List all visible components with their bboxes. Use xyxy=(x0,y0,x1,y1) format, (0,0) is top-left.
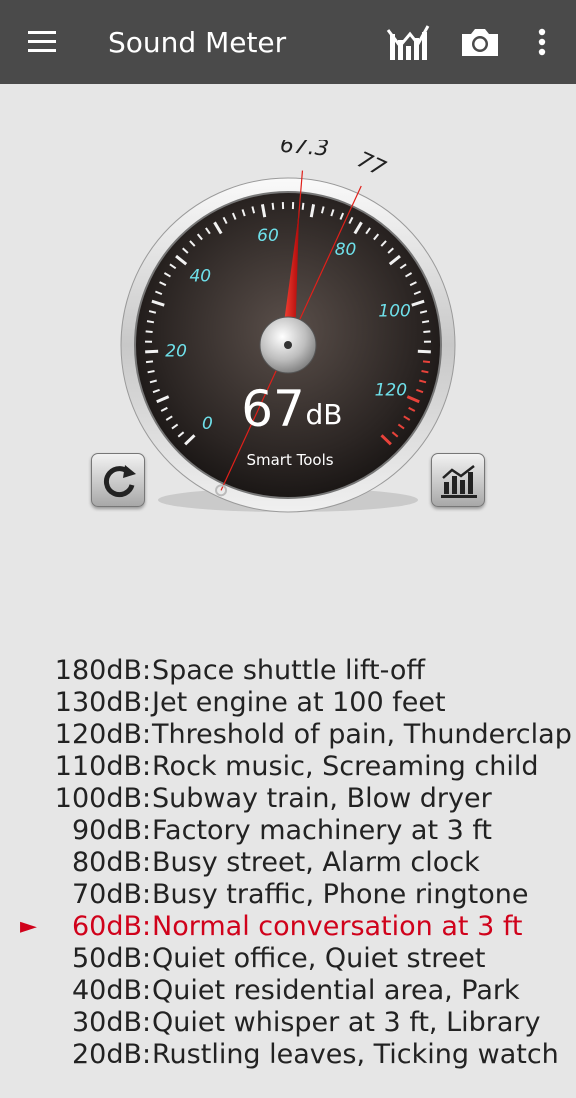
reference-separator: : xyxy=(142,687,152,718)
reference-db: 60dB xyxy=(71,911,142,942)
reference-row: 130dB: Jet engine at 100 feet xyxy=(0,687,576,719)
gauge-tick xyxy=(417,349,431,354)
reference-separator: : xyxy=(142,1007,152,1038)
reference-db: 50dB xyxy=(71,943,142,974)
gauge-svg: 0 20 40 60 80 100 120 77 67.3 67 dB Smart Tools xyxy=(120,133,456,513)
reference-db: 120dB xyxy=(54,719,142,750)
reference-description: Jet engine at 100 feet xyxy=(152,687,446,718)
reference-row: 100dB: Subway train, Blow dryer xyxy=(0,783,576,815)
line-chart-icon[interactable] xyxy=(386,20,430,64)
reference-separator: : xyxy=(142,847,152,878)
reference-separator: : xyxy=(142,879,152,910)
reference-db: 90dB xyxy=(71,815,142,846)
reference-row: ► 60dB: Normal conversation at 3 ft xyxy=(0,911,576,943)
reference-separator: : xyxy=(142,911,152,942)
reference-db: 30dB xyxy=(71,1007,142,1038)
reference-separator: : xyxy=(142,719,152,750)
reference-separator: : xyxy=(142,975,152,1006)
refresh-icon xyxy=(103,465,136,498)
gauge-tick xyxy=(271,202,275,210)
reference-description: Rock music, Screaming child xyxy=(152,751,539,782)
current-db-value: 67 xyxy=(241,380,305,438)
reference-description: Factory machinery at 3 ft xyxy=(152,815,492,846)
reference-row: 180dB: Space shuttle lift-off xyxy=(0,655,576,687)
reference-description: Rustling leaves, Ticking watch xyxy=(152,1039,559,1070)
reference-db: 180dB xyxy=(54,655,142,686)
gauge-scale-label: 80 xyxy=(335,240,357,260)
gauge-scale-label: 40 xyxy=(189,266,211,286)
reference-description: Busy traffic, Phone ringtone xyxy=(152,879,529,910)
reference-row: 120dB: Threshold of pain, Thunderclap xyxy=(0,719,576,751)
gauge-scale-label: 20 xyxy=(165,341,187,361)
max-marker-label: 77 xyxy=(353,148,389,182)
more-vertical-icon[interactable] xyxy=(520,20,564,64)
reference-db: 110dB xyxy=(54,751,142,782)
reset-button[interactable] xyxy=(91,453,145,507)
reference-row: 40dB: Quiet residential area, Park xyxy=(0,975,576,1007)
gauge-scale-label: 60 xyxy=(257,226,279,246)
reference-row: 50dB: Quiet office, Quiet street xyxy=(0,943,576,975)
reference-description: Quiet residential area, Park xyxy=(152,975,520,1006)
reference-description: Normal conversation at 3 ft xyxy=(152,911,523,942)
gauge-tick xyxy=(145,360,154,364)
reference-row: 70dB: Busy traffic, Phone ringtone xyxy=(0,879,576,911)
statistics-button[interactable] xyxy=(431,453,485,507)
reference-description: Quiet office, Quiet street xyxy=(152,943,486,974)
app-title: Sound Meter xyxy=(108,26,287,59)
gauge-tick xyxy=(421,320,430,324)
gauge-tick xyxy=(146,320,155,324)
gauge-tick xyxy=(145,349,159,354)
reference-row: 30dB: Quiet whisper at 3 ft, Library xyxy=(0,1007,576,1039)
reference-separator: : xyxy=(142,655,152,686)
gauge-scale-label: 0 xyxy=(202,414,213,434)
reference-separator: : xyxy=(142,783,152,814)
reference-db: 100dB xyxy=(54,783,142,814)
reference-separator: : xyxy=(142,1039,152,1070)
reference-description: Quiet whisper at 3 ft, Library xyxy=(152,1007,541,1038)
reference-db: 80dB xyxy=(71,847,142,878)
reference-db: 130dB xyxy=(54,687,142,718)
active-row-marker: ► xyxy=(20,914,37,939)
gauge-scale-label: 100 xyxy=(378,302,410,322)
gauge-tick xyxy=(147,370,155,374)
brand-label: Smart Tools xyxy=(246,451,333,469)
reference-row: 80dB: Busy street, Alarm clock xyxy=(0,847,576,879)
gauge-tick xyxy=(422,360,431,364)
needle-label: 67.3 xyxy=(279,140,330,162)
reference-description: Busy street, Alarm clock xyxy=(152,847,480,878)
bar-chart-icon xyxy=(441,465,477,498)
reference-description: Threshold of pain, Thunderclap xyxy=(152,719,572,750)
reference-separator: : xyxy=(142,943,152,974)
reference-row: 110dB: Rock music, Screaming child xyxy=(0,751,576,783)
gauge-tick xyxy=(423,330,431,334)
app-bar: Sound Meter xyxy=(0,0,576,84)
reference-separator: : xyxy=(142,815,152,846)
gauge-tick xyxy=(421,370,429,374)
reference-row: 90dB: Factory machinery at 3 ft xyxy=(0,815,576,847)
reference-separator: : xyxy=(142,751,152,782)
gauge-tick xyxy=(145,330,153,334)
sound-gauge: 0 20 40 60 80 100 120 77 67.3 67 dB Smart Tools xyxy=(88,133,488,540)
reference-row: 20dB: Rustling leaves, Ticking watch xyxy=(0,1039,576,1071)
reference-db: 70dB xyxy=(71,879,142,910)
reference-description: Space shuttle lift-off xyxy=(152,655,426,686)
needle-pin xyxy=(284,341,292,349)
hamburger-menu-icon[interactable] xyxy=(26,28,58,56)
reference-description: Subway train, Blow dryer xyxy=(152,783,492,814)
decibel-reference-list: 180dB: Space shuttle lift-off 130dB: Jet en… xyxy=(0,655,576,1071)
gauge-tick xyxy=(301,202,305,210)
reference-db: 40dB xyxy=(71,975,142,1006)
current-db-unit: dB xyxy=(306,398,343,431)
camera-icon[interactable] xyxy=(458,20,502,64)
gauge-scale-label: 120 xyxy=(375,380,407,400)
reference-db: 20dB xyxy=(71,1039,142,1070)
